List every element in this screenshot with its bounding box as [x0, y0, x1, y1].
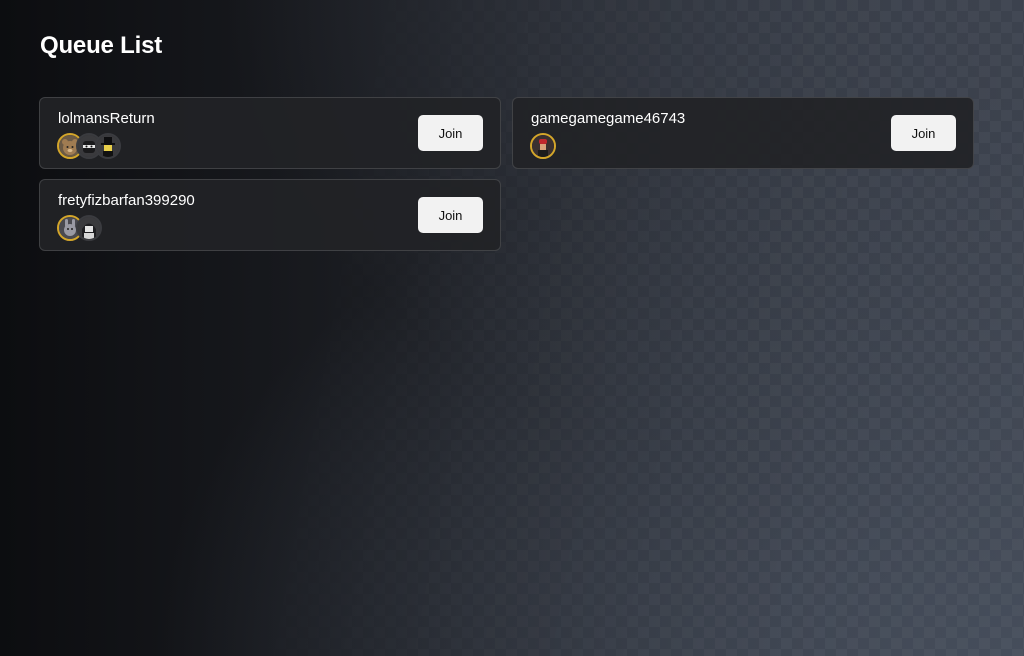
join-button[interactable]: Join: [418, 197, 483, 233]
hooded-avatar-icon: [76, 215, 102, 241]
avatar-group: [530, 133, 556, 159]
queue-name: lolmansReturn: [58, 110, 155, 127]
queue-name: gamegamegame46743: [531, 110, 686, 127]
queue-card: lolmansReturn Join: [39, 97, 501, 169]
queue-card: fretyfizbarfan399290 Join: [39, 179, 501, 251]
red-cap-avatar-icon: [530, 133, 556, 159]
top-hat-avatar-icon: [95, 133, 121, 159]
queue-list: lolmansReturn Join gamegamegame46743 Joi…: [39, 97, 975, 251]
join-button[interactable]: Join: [418, 115, 483, 151]
queue-card: gamegamegame46743 Join: [512, 97, 974, 169]
page-title: Queue List: [40, 32, 163, 59]
avatar-group: [57, 133, 121, 159]
join-button[interactable]: Join: [891, 115, 956, 151]
avatar-group: [57, 215, 102, 241]
queue-name: fretyfizbarfan399290: [58, 192, 195, 209]
